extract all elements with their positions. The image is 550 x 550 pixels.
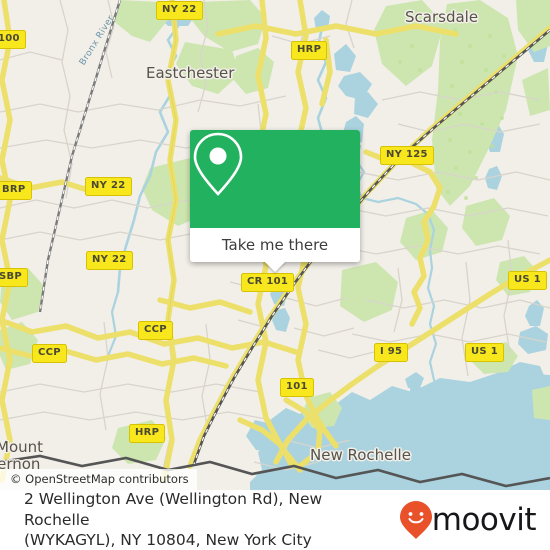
route-shield-ny-125[interactable]: NY 125: [380, 146, 434, 165]
map-attribution[interactable]: © OpenStreetMap contributors: [0, 469, 197, 490]
moovit-smiley-pin-icon: [399, 501, 432, 539]
route-shield-sbp[interactable]: SBP: [0, 268, 29, 287]
route-shield-us-1-south[interactable]: US 1: [465, 343, 504, 362]
take-me-there-label: Take me there: [221, 236, 329, 254]
route-shield-us-1-north[interactable]: US 1: [508, 271, 547, 290]
map-canvas[interactable]: Scarsdale Eastchester New Rochelle Mount…: [0, 0, 550, 490]
footer-bar: 2 Wellington Ave (Wellington Rd), New Ro…: [0, 490, 550, 550]
location-info-card[interactable]: Take me there: [190, 130, 360, 272]
moovit-brand[interactable]: moovit: [399, 500, 537, 540]
route-shield-cr-101[interactable]: CR 101: [241, 273, 295, 292]
route-shield-ny-22-north[interactable]: NY 22: [156, 1, 203, 20]
route-shield-i-95[interactable]: I 95: [374, 343, 409, 362]
route-shield-ccp-west[interactable]: CCP: [32, 344, 67, 363]
route-shield-101[interactable]: 101: [280, 378, 314, 397]
route-shield-ny-22-mid[interactable]: NY 22: [85, 177, 132, 196]
route-shield-100[interactable]: 100: [0, 30, 26, 49]
route-shield-brp[interactable]: BRP: [0, 181, 32, 200]
moovit-location-screenshot: Scarsdale Eastchester New Rochelle Mount…: [0, 0, 550, 550]
route-shield-hrp-south[interactable]: HRP: [129, 424, 166, 443]
location-pin-icon: [193, 132, 243, 196]
info-card-pin-area: [190, 130, 360, 228]
address-line-2: (WYKAGYL), NY 10804, New York City: [24, 531, 312, 550]
moovit-wordmark: moovit: [431, 502, 537, 538]
take-me-there-button[interactable]: Take me there: [190, 228, 360, 272]
route-shield-hrp-north[interactable]: HRP: [291, 41, 328, 60]
address-block: 2 Wellington Ave (Wellington Rd), New Ro…: [24, 489, 399, 550]
route-shield-ccp-east[interactable]: CCP: [138, 321, 173, 340]
address-line-1: 2 Wellington Ave (Wellington Rd), New Ro…: [24, 489, 323, 529]
info-card-pointer-tail: [264, 261, 286, 272]
route-shield-ny-22-south[interactable]: NY 22: [86, 251, 133, 270]
